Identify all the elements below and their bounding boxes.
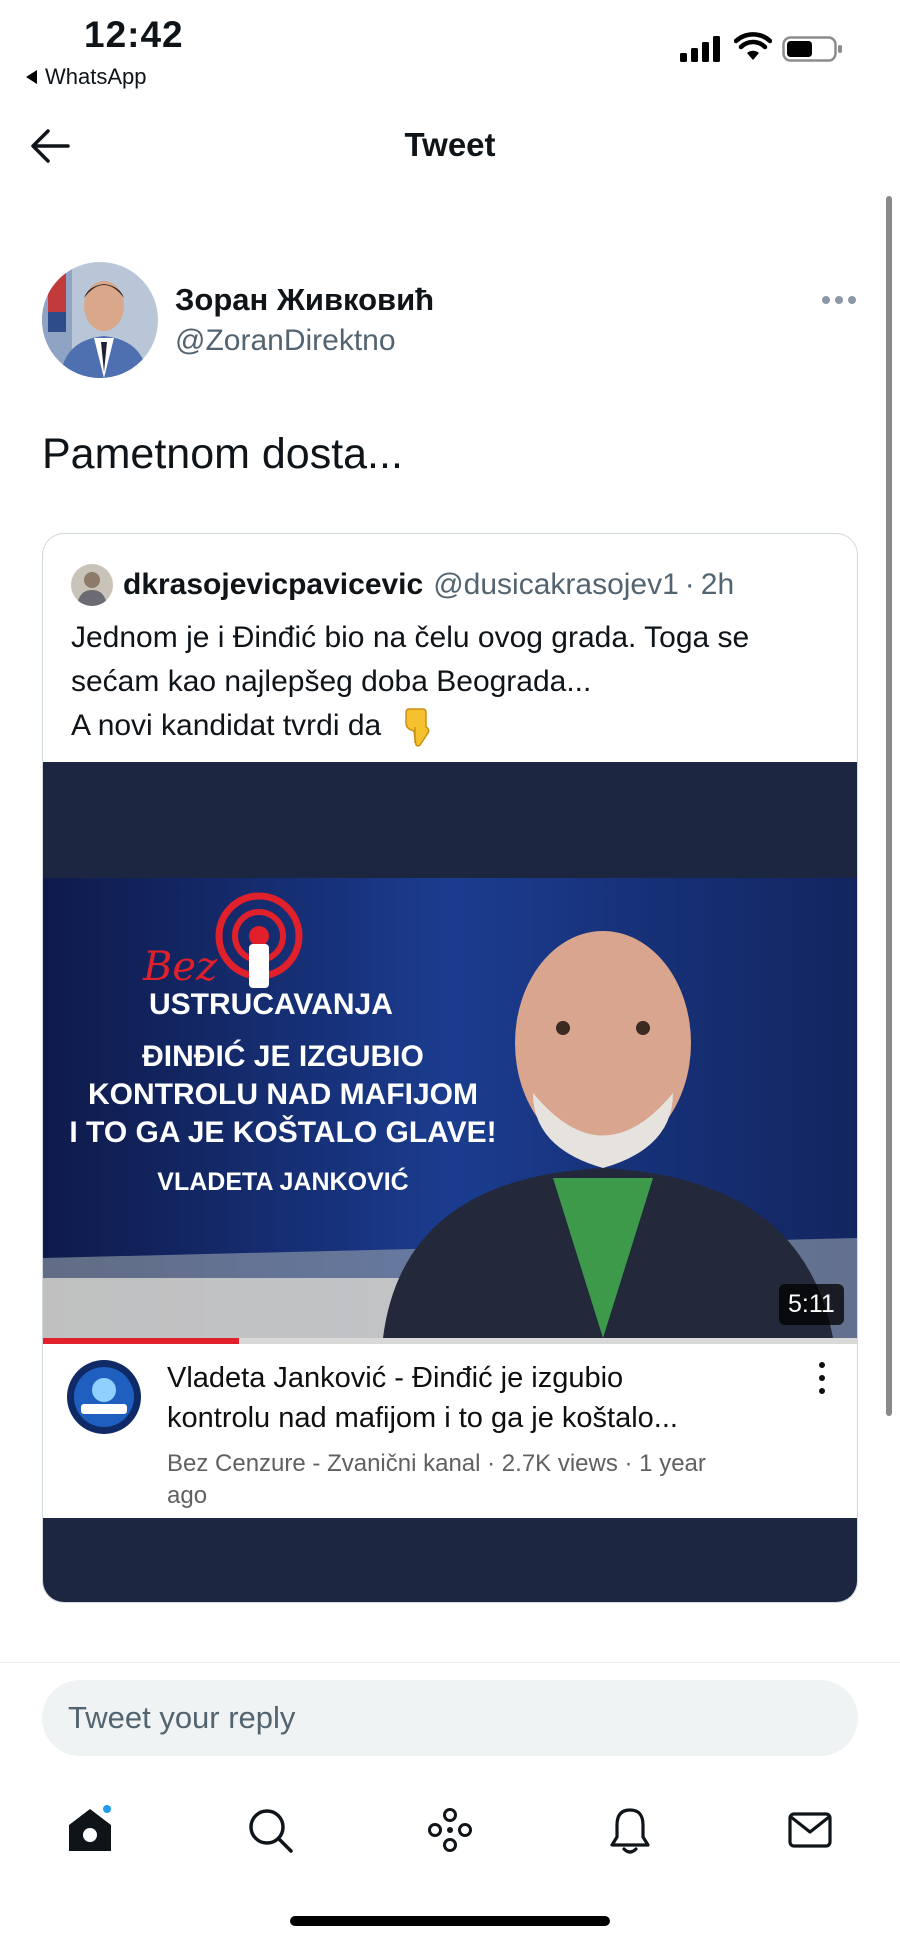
reply-input[interactable]: Tweet your reply bbox=[42, 1680, 858, 1756]
thumbnail-headline-line: I TO GA JE KOŠTALO GLAVE! bbox=[69, 1116, 497, 1149]
quoted-line: Jednom je i Đinđić bio na čelu ovog grad… bbox=[71, 621, 750, 654]
video-meta: Bez Cenzure - Zvanični kanal · 2.7K view… bbox=[167, 1448, 797, 1512]
back-to-app-link[interactable]: WhatsApp bbox=[26, 64, 147, 90]
video-meta-line: Bez Cenzure - Zvanični kanal · 2.7K view… bbox=[167, 1450, 706, 1477]
video-more-vertical-icon[interactable] bbox=[817, 1362, 827, 1398]
quoted-line: sećam kao najlepšeg doba Beograda... bbox=[71, 665, 592, 698]
back-app-label: WhatsApp bbox=[45, 64, 147, 89]
video-meta-line: ago bbox=[167, 1482, 208, 1509]
divider bbox=[0, 1662, 900, 1663]
scrollbar[interactable] bbox=[886, 196, 892, 1416]
top-header: Tweet bbox=[0, 110, 900, 180]
video-title-line: kontrolu nad mafijom i to ga je koštalo.… bbox=[167, 1402, 678, 1434]
thumbnail-speaker: VLADETA JANKOVIĆ bbox=[157, 1168, 409, 1196]
video-info[interactable]: Vladeta Janković - Đinđić je izgubio kon… bbox=[43, 1344, 857, 1518]
quoted-time: 2h bbox=[700, 568, 735, 601]
video-title-line: Vladeta Janković - Đinđić je izgubio bbox=[167, 1362, 624, 1394]
quoted-tweet-text: Jednom je i Đinđić bio na čelu ovog grad… bbox=[71, 616, 851, 748]
pointing-down-emoji-icon bbox=[404, 708, 429, 747]
thumbnail-headline-line: ĐINĐIĆ JE IZGUBIO bbox=[142, 1040, 424, 1073]
more-horizontal-icon[interactable] bbox=[822, 296, 856, 306]
author-name[interactable]: Зоран Живковић bbox=[175, 282, 434, 318]
tweet-text: Pametnom dosta... bbox=[42, 430, 403, 478]
quoted-separator: · bbox=[684, 568, 695, 601]
reply-placeholder: Tweet your reply bbox=[68, 1700, 296, 1735]
signal-icon bbox=[680, 36, 720, 62]
thumbnail-brand: USTRUCAVANJA bbox=[149, 988, 393, 1021]
quoted-tweet-header: dkrasojevicpavicevic @dusicakrasojev1 · … bbox=[71, 564, 734, 606]
status-bar: 12:42 WhatsApp bbox=[0, 0, 900, 100]
thumbnail-headline-line: KONTROLU NAD MAFIJOM bbox=[88, 1078, 478, 1111]
thumbnail-headline: ĐINĐIĆ JE IZGUBIO KONTROLU NAD MAFIJOM I… bbox=[43, 1038, 523, 1152]
thumbnail-brand-script: Bez bbox=[143, 944, 218, 990]
bottom-nav bbox=[0, 1790, 900, 1880]
status-time: 12:42 bbox=[84, 14, 184, 55]
video-embed[interactable]: Bez USTRUCAVANJA ĐINĐIĆ JE IZGUBIO KONTR… bbox=[43, 762, 857, 1602]
notifications-icon[interactable] bbox=[600, 1800, 660, 1860]
channel-avatar[interactable] bbox=[67, 1360, 141, 1434]
spaces-icon[interactable] bbox=[420, 1800, 480, 1860]
messages-icon[interactable] bbox=[780, 1800, 840, 1860]
author-avatar[interactable] bbox=[42, 262, 158, 378]
home-indicator bbox=[290, 1916, 610, 1926]
notification-dot bbox=[103, 1805, 111, 1813]
video-thumbnail[interactable]: Bez USTRUCAVANJA ĐINĐIĆ JE IZGUBIO KONTR… bbox=[43, 878, 857, 1338]
wifi-icon bbox=[734, 32, 772, 60]
page-title: Tweet bbox=[404, 126, 496, 163]
video-title[interactable]: Vladeta Janković - Đinđić je izgubio kon… bbox=[167, 1358, 797, 1438]
battery-icon bbox=[782, 36, 842, 62]
back-triangle-icon bbox=[26, 70, 37, 84]
quoted-tweet-card[interactable]: dkrasojevicpavicevic @dusicakrasojev1 · … bbox=[42, 533, 858, 1603]
search-icon[interactable] bbox=[240, 1800, 300, 1860]
video-duration: 5:11 bbox=[779, 1284, 844, 1325]
home-icon[interactable] bbox=[60, 1800, 120, 1860]
quoted-author-name: dkrasojevicpavicevic bbox=[123, 568, 424, 601]
quoted-author-avatar bbox=[71, 564, 113, 606]
quoted-line-text: A novi kandidat tvrdi da bbox=[71, 709, 382, 742]
quoted-line: A novi kandidat tvrdi da bbox=[71, 704, 851, 748]
author-handle[interactable]: @ZoranDirektno bbox=[175, 324, 396, 358]
quoted-author-handle: @dusicakrasojev1 bbox=[433, 568, 679, 601]
